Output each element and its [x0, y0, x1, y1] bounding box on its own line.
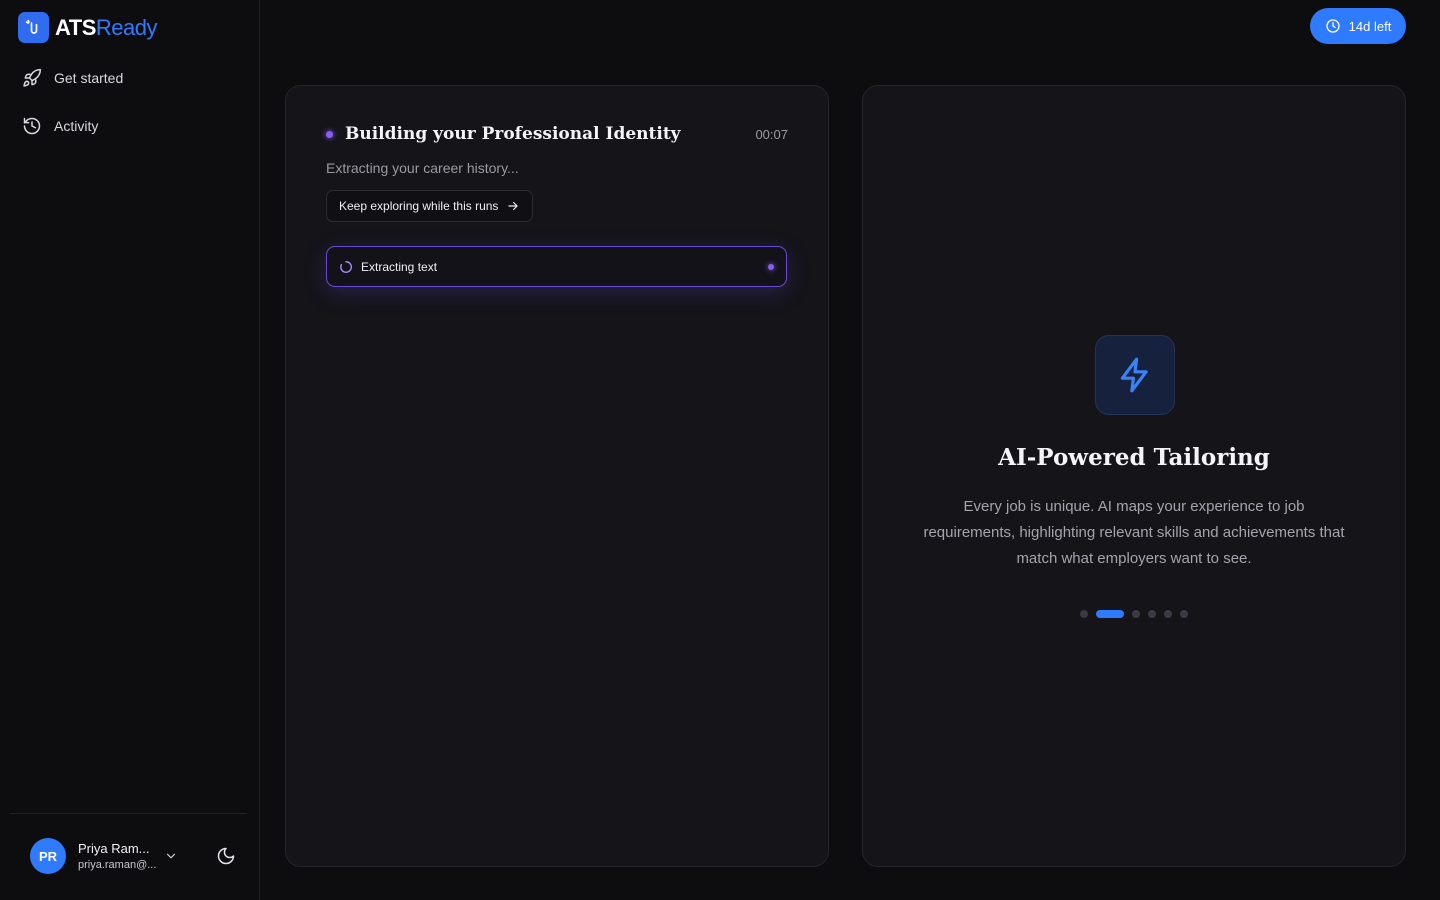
carousel-dot-5[interactable]: [1164, 610, 1172, 618]
task-header: Building your Professional Identity 00:0…: [326, 124, 788, 144]
carousel-dot-2[interactable]: [1096, 610, 1124, 618]
sidebar-item-activity[interactable]: Activity: [12, 110, 248, 142]
brand[interactable]: ATSReady: [18, 12, 157, 43]
trial-badge[interactable]: 14d left: [1310, 8, 1406, 44]
sidebar-item-get-started[interactable]: Get started: [12, 62, 248, 94]
lightning-icon: [1095, 335, 1175, 415]
arrow-right-icon: [508, 201, 519, 211]
task-timer: 00:07: [755, 126, 788, 142]
moon-icon[interactable]: [216, 846, 236, 866]
carousel-dot-6[interactable]: [1180, 610, 1188, 618]
feature-description: Every job is unique. AI maps your experi…: [923, 498, 1345, 567]
progress-card: Building your Professional Identity 00:0…: [285, 85, 829, 867]
brand-name-part1: ATS: [55, 14, 96, 40]
rocket-icon: [23, 68, 42, 87]
clock-icon: [1326, 19, 1340, 33]
task-title: Building your Professional Identity: [345, 124, 681, 144]
carousel-dot-3[interactable]: [1132, 610, 1140, 618]
sidebar: ATSReady Get started Activity PR Priya R…: [0, 0, 260, 900]
user-name: Priya Ram...: [78, 841, 150, 856]
feature-title: AI-Powered Tailoring: [998, 444, 1270, 471]
spinner-icon: [340, 260, 352, 273]
chevron-down-icon[interactable]: [164, 849, 178, 863]
history-icon: [23, 117, 41, 135]
carousel-pagination: [863, 610, 1405, 618]
step-label: Extracting text: [361, 259, 438, 274]
user-info[interactable]: Priya Ram... priya.raman@...: [78, 841, 158, 871]
sidebar-divider: [10, 813, 247, 814]
brand-name-part2: Ready: [95, 14, 158, 40]
avatar[interactable]: PR: [30, 838, 66, 874]
carousel-dot-4[interactable]: [1148, 610, 1156, 618]
keep-exploring-label: Keep exploring while this runs: [339, 199, 499, 213]
keep-exploring-button[interactable]: Keep exploring while this runs: [326, 190, 534, 222]
sidebar-item-label: Get started: [54, 70, 124, 86]
carousel-dot-1[interactable]: [1080, 610, 1088, 618]
app-root: ATSReady Get started Activity PR Priya R…: [0, 0, 1440, 900]
feature-carousel: AI-Powered Tailoring Every job is unique…: [862, 85, 1406, 867]
status-dot-icon: [326, 130, 333, 138]
user-menu: PR Priya Ram... priya.raman@...: [30, 838, 248, 874]
sidebar-nav: Get started Activity: [12, 62, 248, 158]
brand-logo-icon: [18, 12, 49, 43]
sidebar-item-label: Activity: [54, 118, 99, 134]
step-extracting-text: Extracting text: [326, 246, 787, 287]
step-status-dot-icon: [768, 263, 774, 270]
brand-name: ATSReady: [55, 15, 157, 41]
task-subtitle: Extracting your career history...: [326, 160, 519, 176]
trial-label: 14d left: [1348, 18, 1392, 34]
user-email: priya.raman@...: [78, 859, 157, 871]
